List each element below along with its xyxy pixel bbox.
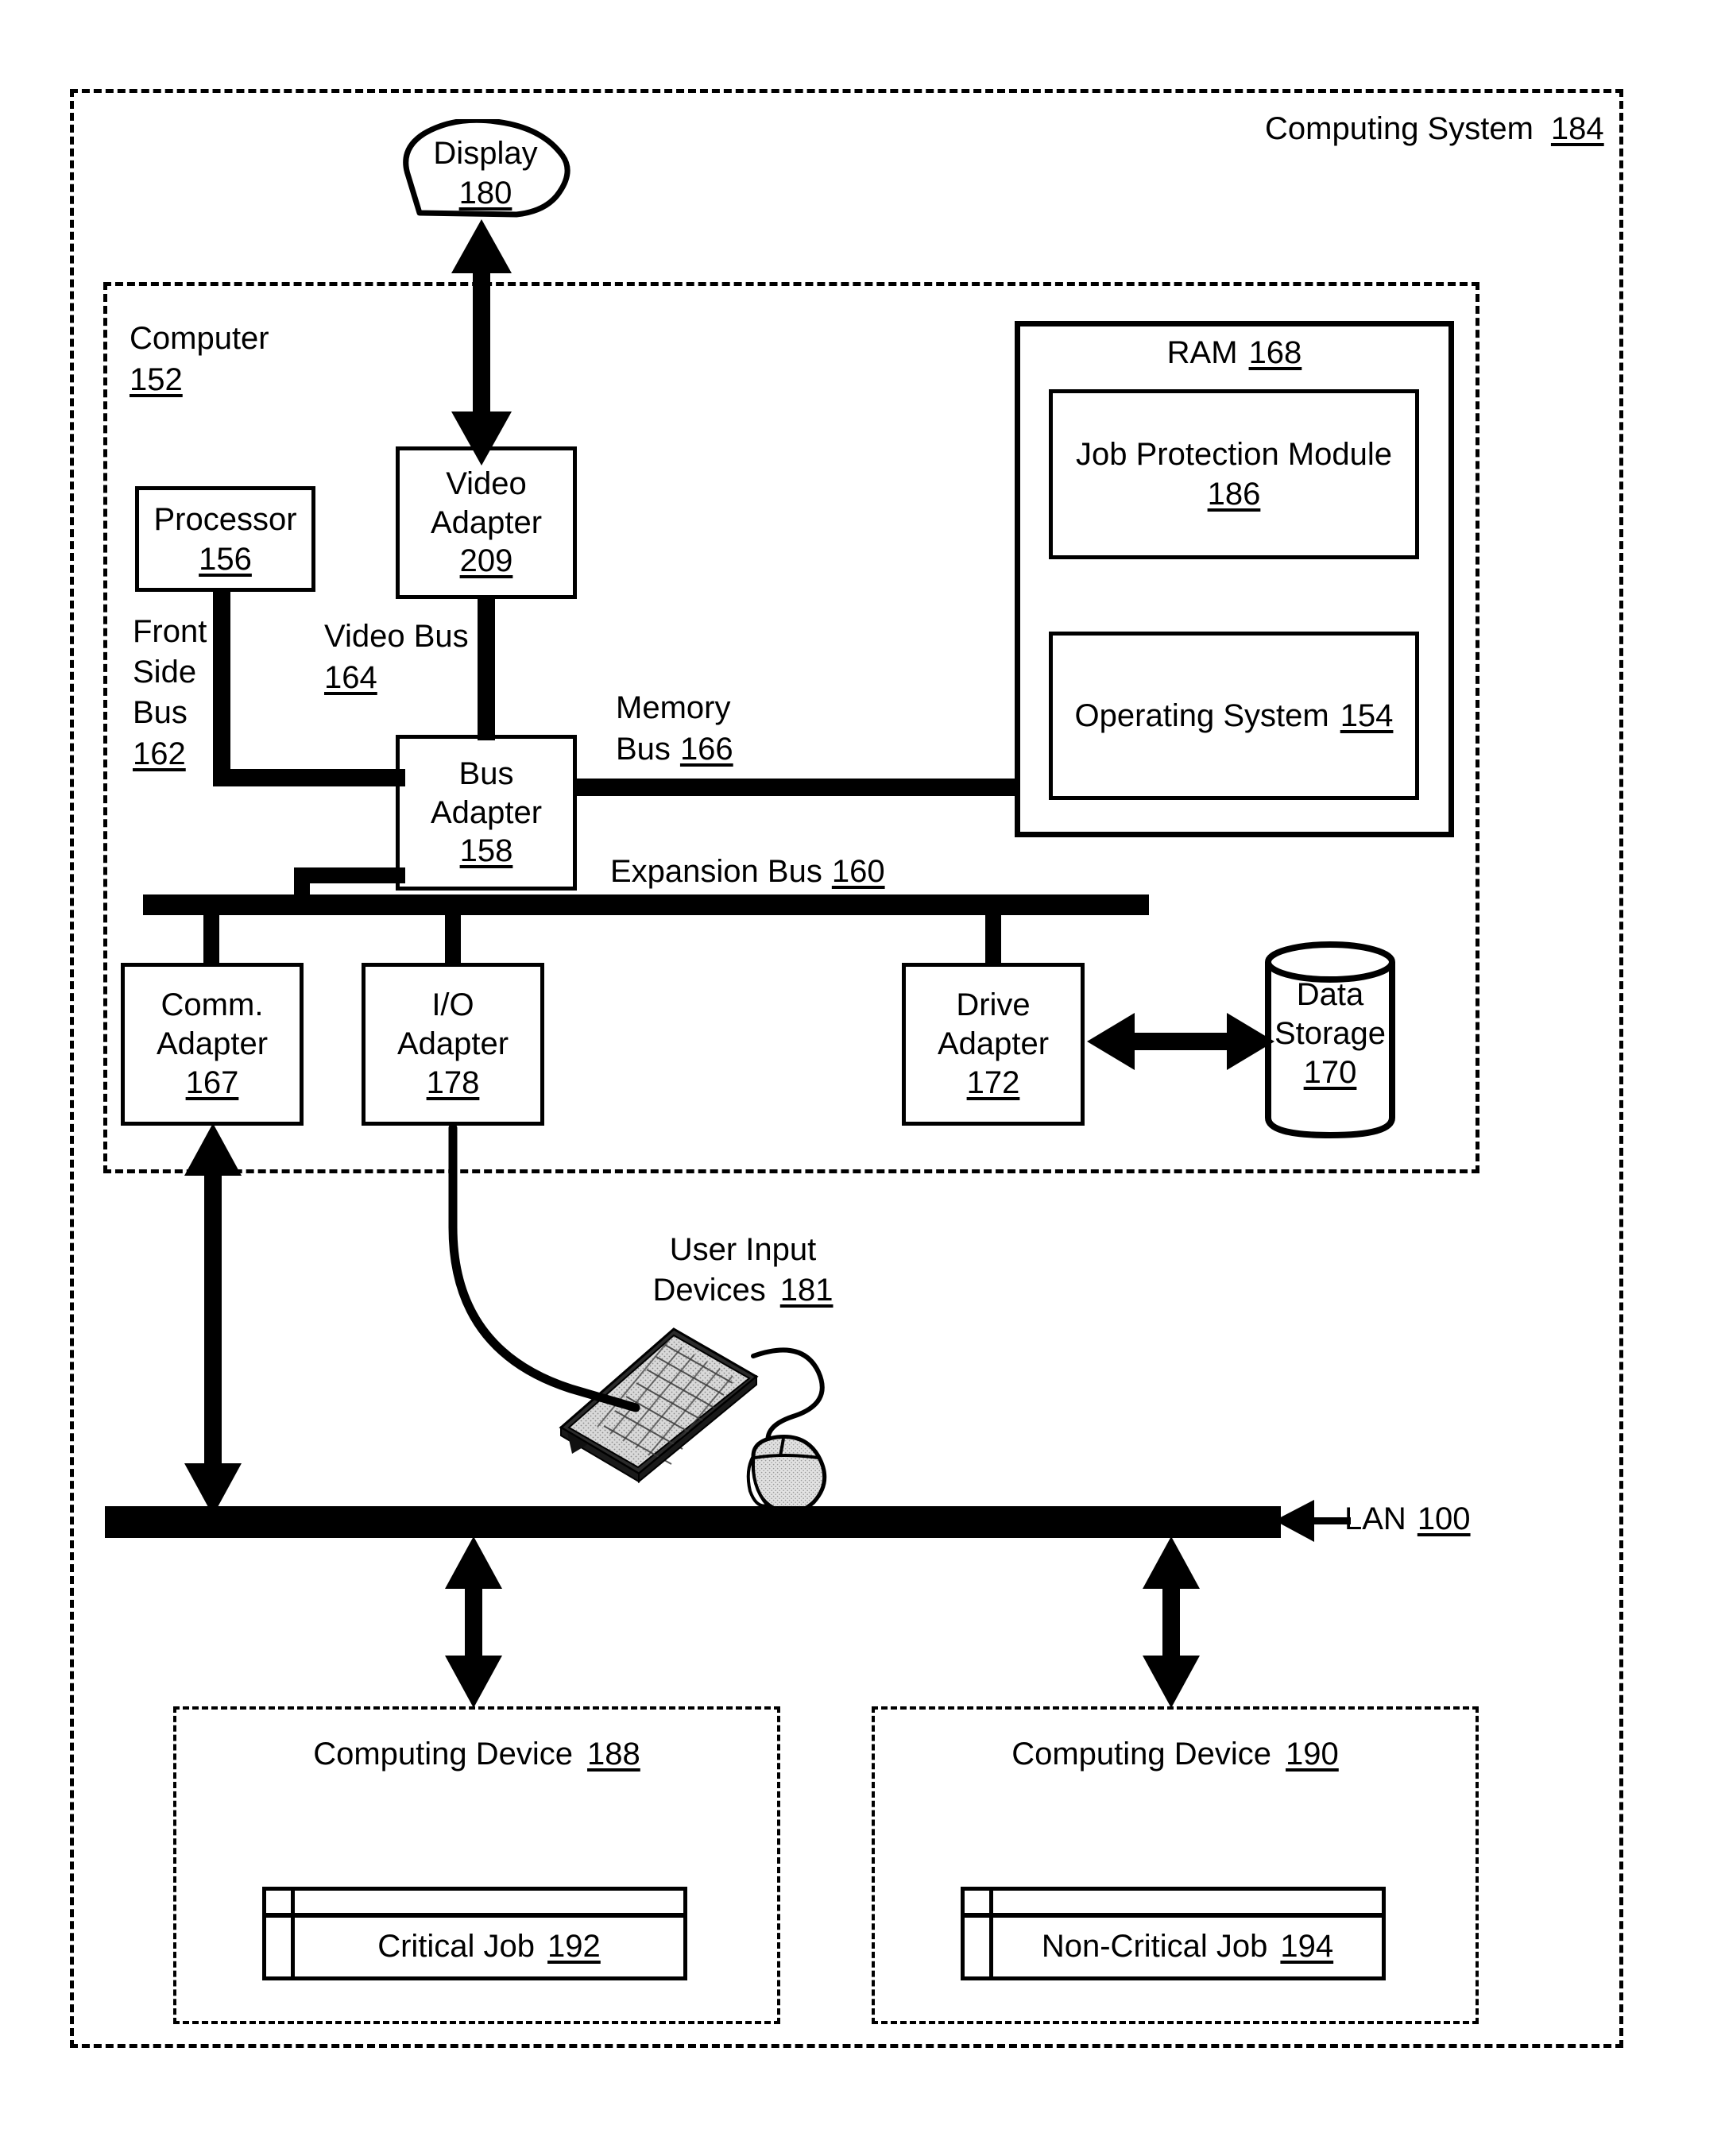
video-adapter-label: Video Adapter 209 <box>431 465 542 581</box>
job-protection-module-num: 186 <box>1207 477 1261 512</box>
comm-adapter-num: 167 <box>185 1064 239 1100</box>
front-side-bus-label: Front Side Bus 162 <box>133 612 284 775</box>
computing-system-title-num: 184 <box>1550 111 1604 146</box>
io-adapter-line2: Adapter <box>396 1026 509 1062</box>
io-adapter-num: 178 <box>426 1064 480 1100</box>
operating-system-num: 154 <box>1340 697 1394 733</box>
expansion-bus-num: 160 <box>831 854 885 889</box>
lan-label: LAN 100 <box>1344 1501 1471 1537</box>
computing-device-190-title-num: 190 <box>1286 1737 1339 1772</box>
computing-system-title: Computing System 184 <box>1265 111 1604 147</box>
job-protection-module-label: Job Protection Module 186 <box>1076 435 1392 514</box>
critical-job-label: Critical Job 192 <box>295 1929 683 1965</box>
computer-label-num: 152 <box>130 362 183 397</box>
operating-system-box: Operating System 154 <box>1049 632 1419 800</box>
mouse-icon <box>746 1435 827 1515</box>
memory-bus-label: Memory Bus 166 <box>616 687 838 770</box>
data-storage-num: 170 <box>1303 1054 1357 1090</box>
critical-job-box: Critical Job 192 <box>262 1887 687 1980</box>
computing-device-188-title-num: 188 <box>587 1737 640 1772</box>
ram-title-num: 168 <box>1248 335 1302 370</box>
video-adapter-num: 209 <box>459 543 513 579</box>
data-storage-line1: Data <box>1296 977 1364 1012</box>
operating-system-text: Operating System <box>1074 697 1329 733</box>
user-input-devices-label: User Input Devices 181 <box>612 1230 874 1311</box>
bus-adapter-line1: Bus <box>458 755 514 791</box>
display-label: Display 180 <box>397 133 574 213</box>
video-bus-num: 164 <box>324 660 377 695</box>
video-adapter-line1: Video <box>446 466 527 501</box>
comm-adapter-line1: Comm. <box>161 987 264 1023</box>
non-critical-job-header-rule <box>961 1913 1386 1918</box>
drive-adapter-box: Drive Adapter 172 <box>902 963 1085 1126</box>
computing-device-190-title: Computing Device 190 <box>872 1737 1479 1772</box>
front-side-bus-line1: Front <box>133 614 207 649</box>
lan-label-num: 100 <box>1417 1501 1471 1536</box>
front-side-bus-line3: Bus <box>133 695 188 731</box>
io-adapter-box: I/O Adapter 178 <box>362 963 544 1126</box>
io-adapter-line1: I/O <box>431 987 474 1023</box>
keyboard-mouse-illustration <box>556 1315 906 1529</box>
computing-device-188-title-text: Computing Device <box>313 1737 574 1772</box>
front-side-bus-line2: Side <box>133 655 197 690</box>
bus-adapter-box: Bus Adapter 158 <box>396 735 577 891</box>
ram-title: RAM 168 <box>1015 335 1454 371</box>
lan-bus-bar <box>105 1506 1281 1538</box>
processor-box: Processor 156 <box>135 486 315 592</box>
computing-system-title-text: Computing System <box>1265 111 1534 146</box>
comm-adapter-line2: Adapter <box>156 1026 269 1062</box>
bus-adapter-label: Bus Adapter 158 <box>431 755 542 871</box>
processor-num: 156 <box>199 541 252 577</box>
display-label-num: 180 <box>458 176 512 211</box>
expansion-bus-text: Expansion Bus <box>610 854 822 889</box>
processor-label: Processor 156 <box>153 500 296 579</box>
critical-job-header-rule <box>262 1913 687 1918</box>
operating-system-label: Operating System 154 <box>1075 698 1394 734</box>
data-storage-label: Data Storage 170 <box>1251 976 1409 1092</box>
user-input-devices-line1: User Input <box>669 1232 817 1267</box>
job-protection-module-text: Job Protection Module <box>1075 437 1392 472</box>
critical-job-num: 192 <box>547 1929 601 1964</box>
front-side-bus-num: 162 <box>133 736 186 771</box>
computer-label-text: Computer <box>130 321 269 356</box>
memory-bus-line2: Bus <box>616 732 671 767</box>
non-critical-job-label: Non-Critical Job 194 <box>993 1929 1382 1965</box>
data-storage-line2: Storage <box>1274 1015 1387 1051</box>
drive-adapter-num: 172 <box>966 1064 1020 1100</box>
video-adapter-line2: Adapter <box>430 504 543 540</box>
user-input-devices-num: 181 <box>779 1273 833 1308</box>
memory-bus-line1: Memory <box>616 690 731 725</box>
non-critical-job-num: 194 <box>1280 1929 1334 1964</box>
bus-adapter-num: 158 <box>459 833 513 869</box>
drive-adapter-line1: Drive <box>956 987 1031 1023</box>
computer-label: Computer 152 <box>130 318 368 400</box>
comm-adapter-label: Comm. Adapter 167 <box>157 986 268 1102</box>
user-input-devices-line2: Devices <box>652 1273 766 1308</box>
video-adapter-box: Video Adapter 209 <box>396 446 577 599</box>
processor-text: Processor <box>153 501 297 537</box>
ram-title-text: RAM <box>1166 335 1238 370</box>
non-critical-job-text: Non-Critical Job <box>1041 1929 1268 1964</box>
comm-adapter-box: Comm. Adapter 167 <box>121 963 304 1126</box>
expansion-bus-label: Expansion Bus 160 <box>610 854 885 890</box>
drive-adapter-label: Drive Adapter 172 <box>938 986 1049 1102</box>
memory-bus-num: 166 <box>679 732 733 767</box>
drive-adapter-line2: Adapter <box>937 1026 1050 1062</box>
computing-device-188-title: Computing Device 188 <box>173 1737 780 1772</box>
critical-job-text: Critical Job <box>377 1929 536 1964</box>
computing-device-190-title-text: Computing Device <box>1011 1737 1272 1772</box>
display-label-text: Display <box>433 136 538 171</box>
diagram-canvas: Computing System 184 Computer 152 Display… <box>0 0 1725 2156</box>
job-protection-module-box: Job Protection Module 186 <box>1049 389 1419 559</box>
keyboard-mouse-svg <box>559 1327 827 1515</box>
video-bus-line1: Video Bus <box>324 619 469 654</box>
keyboard-icon <box>559 1327 759 1484</box>
io-adapter-label: I/O Adapter 178 <box>397 986 509 1102</box>
bus-adapter-line2: Adapter <box>430 794 543 830</box>
video-bus-label: Video Bus 164 <box>324 616 499 698</box>
non-critical-job-box: Non-Critical Job 194 <box>961 1887 1386 1980</box>
lan-label-text: LAN <box>1344 1501 1406 1536</box>
